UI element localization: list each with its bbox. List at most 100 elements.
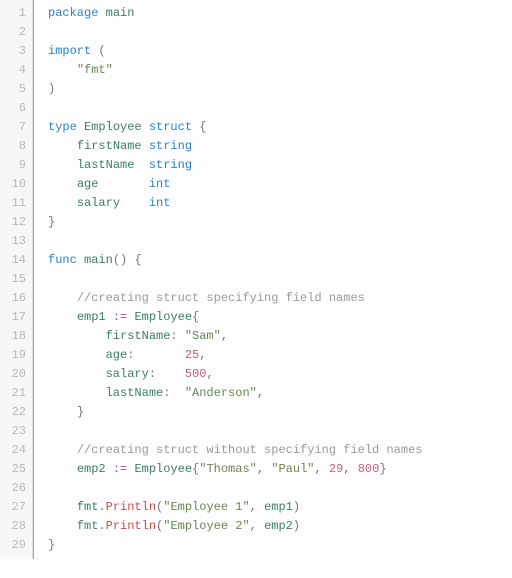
line-number: 12 — [4, 213, 26, 232]
identifier: Employee — [84, 120, 142, 134]
number: 800 — [358, 462, 380, 476]
code-line: lastName string — [48, 156, 512, 175]
parens: () — [113, 253, 127, 267]
code-line — [48, 422, 512, 441]
line-number: 13 — [4, 232, 26, 251]
line-number: 17 — [4, 308, 26, 327]
paren: ) — [48, 82, 55, 96]
type: string — [149, 158, 192, 172]
comma: , — [199, 348, 206, 362]
space — [134, 348, 184, 362]
line-number: 24 — [4, 441, 26, 460]
line-number: 15 — [4, 270, 26, 289]
string-literal: "Employee 1" — [163, 500, 249, 514]
code-line — [48, 270, 512, 289]
operator: := — [113, 310, 127, 324]
space — [178, 329, 185, 343]
brace: } — [77, 405, 84, 419]
comma: , — [343, 462, 357, 476]
code-line: func main() { — [48, 251, 512, 270]
code-area: package main import ( "fmt" ) type Emplo… — [33, 0, 512, 559]
string-literal: "Thomas" — [199, 462, 257, 476]
identifier: emp1 — [264, 500, 293, 514]
comma: , — [206, 367, 213, 381]
code-line: //creating struct specifying field names — [48, 289, 512, 308]
line-number: 5 — [4, 80, 26, 99]
code-line: package main — [48, 4, 512, 23]
colon: : — [170, 329, 177, 343]
identifier: emp2 — [264, 519, 293, 533]
line-number: 10 — [4, 175, 26, 194]
comment: //creating struct specifying field names — [77, 291, 365, 305]
code-line: //creating struct without specifying fie… — [48, 441, 512, 460]
line-number: 16 — [4, 289, 26, 308]
code-line: "fmt" — [48, 61, 512, 80]
code-line — [48, 99, 512, 118]
code-line: fmt.Println("Employee 1", emp1) — [48, 498, 512, 517]
identifier: emp2 — [77, 462, 106, 476]
code-line: age: 25, — [48, 346, 512, 365]
code-line: } — [48, 213, 512, 232]
number: 29 — [329, 462, 343, 476]
code-line — [48, 23, 512, 42]
line-number: 18 — [4, 327, 26, 346]
line-number: 23 — [4, 422, 26, 441]
field: salary — [77, 196, 120, 210]
line-number: 11 — [4, 194, 26, 213]
colon: : — [149, 367, 156, 381]
line-number: 29 — [4, 536, 26, 555]
comma: , — [250, 519, 264, 533]
comma: , — [250, 500, 264, 514]
code-line: import ( — [48, 42, 512, 61]
line-number: 20 — [4, 365, 26, 384]
type-name: Employee — [134, 310, 192, 324]
line-number: 14 — [4, 251, 26, 270]
line-number: 26 — [4, 479, 26, 498]
operator: := — [113, 462, 127, 476]
brace: } — [48, 538, 55, 552]
dot: . — [98, 500, 105, 514]
line-number: 28 — [4, 517, 26, 536]
brace: { — [192, 310, 199, 324]
code-line: salary: 500, — [48, 365, 512, 384]
line-number: 1 — [4, 4, 26, 23]
line-number: 8 — [4, 137, 26, 156]
code-line: } — [48, 536, 512, 555]
line-number: 22 — [4, 403, 26, 422]
string-literal: "Employee 2" — [163, 519, 249, 533]
line-number: 7 — [4, 118, 26, 137]
code-line: firstName string — [48, 137, 512, 156]
identifier: main — [106, 6, 135, 20]
comma: , — [221, 329, 228, 343]
comma: , — [314, 462, 328, 476]
code-line — [48, 479, 512, 498]
identifier: main — [84, 253, 113, 267]
brace: } — [379, 462, 386, 476]
string-literal: "Sam" — [185, 329, 221, 343]
field: firstName — [77, 139, 142, 153]
line-number: 6 — [4, 99, 26, 118]
code-line: fmt.Println("Employee 2", emp2) — [48, 517, 512, 536]
brace: } — [48, 215, 55, 229]
field: salary — [106, 367, 149, 381]
func-call: Println — [106, 519, 156, 533]
code-line: ) — [48, 80, 512, 99]
identifier: emp1 — [77, 310, 106, 324]
package-ref: fmt — [77, 500, 99, 514]
func-call: Println — [106, 500, 156, 514]
line-number: 9 — [4, 156, 26, 175]
code-line: salary int — [48, 194, 512, 213]
code-line: lastName: "Anderson", — [48, 384, 512, 403]
keyword: import — [48, 44, 91, 58]
type: string — [149, 139, 192, 153]
code-line — [48, 232, 512, 251]
line-number: 27 — [4, 498, 26, 517]
number: 500 — [185, 367, 207, 381]
type: int — [149, 177, 171, 191]
comment: //creating struct without specifying fie… — [77, 443, 423, 457]
field: age — [106, 348, 128, 362]
code-line: emp1 := Employee{ — [48, 308, 512, 327]
comma: , — [257, 386, 264, 400]
dot: . — [98, 519, 105, 533]
field: lastName — [77, 158, 135, 172]
